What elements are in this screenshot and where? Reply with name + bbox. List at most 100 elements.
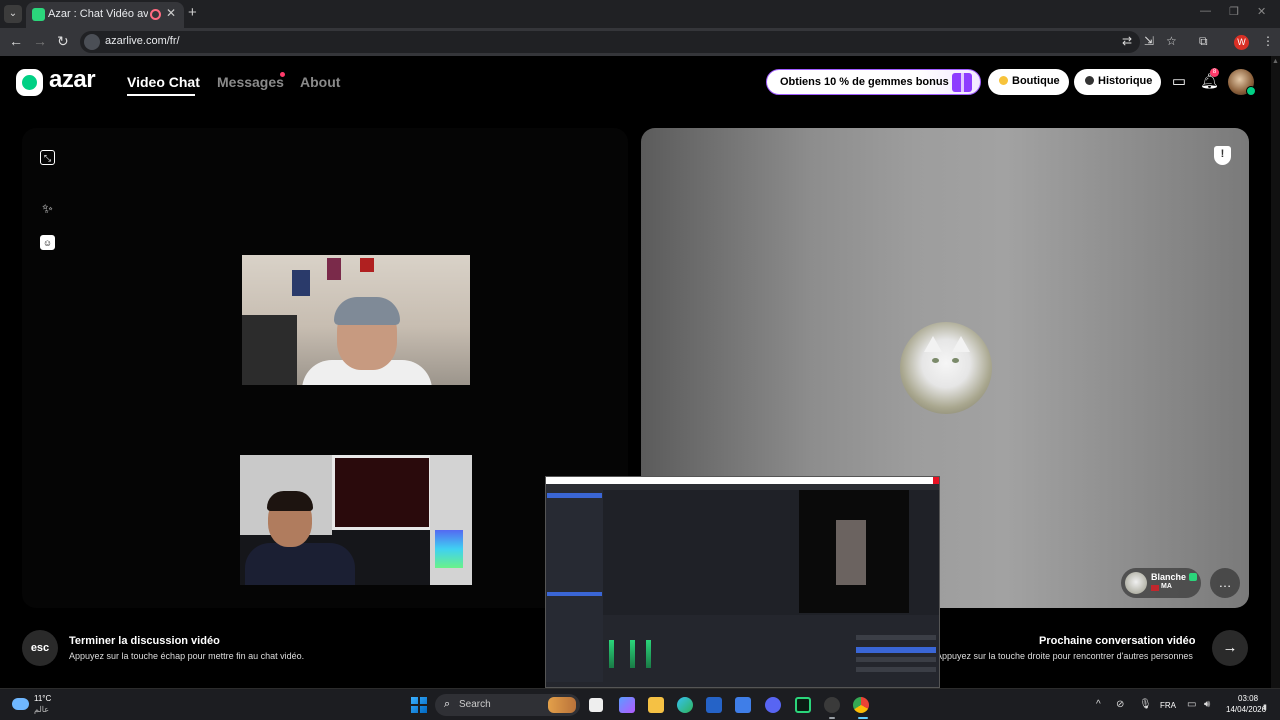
partner-name: Blanche <box>1151 572 1187 582</box>
browser-address-bar: ← → ↻ azarlive.com/fr/ ⇄ ⇲ ☆ ⧉ ⋮ <box>0 28 1280 56</box>
chat-bubble-icon[interactable]: … <box>1210 568 1240 598</box>
copilot-icon[interactable] <box>619 697 635 713</box>
obs-audio-meter <box>609 640 614 668</box>
esc-key-button[interactable]: esc <box>22 630 58 666</box>
obs-control-button[interactable] <box>856 635 936 640</box>
reload-button[interactable]: ↻ <box>57 33 69 50</box>
azar-logo-text[interactable]: azar <box>49 66 96 94</box>
azar-logo-icon[interactable] <box>16 69 43 96</box>
forward-button[interactable]: → <box>33 33 47 49</box>
maximize-icon[interactable]: ❐ <box>1229 5 1239 18</box>
edge-browser-icon[interactable] <box>677 697 693 713</box>
weather-temperature[interactable]: 11°C <box>34 694 51 703</box>
weather-description[interactable]: عالم <box>34 705 49 714</box>
minimize-icon[interactable]: — <box>1200 5 1211 17</box>
profile-avatar[interactable]: W <box>1234 35 1249 50</box>
historique-button[interactable]: Historique <box>1074 69 1161 95</box>
store-icon[interactable] <box>706 697 722 713</box>
boutique-button[interactable]: Boutique <box>988 69 1069 95</box>
nav-active-underline <box>127 94 195 96</box>
site-info-icon[interactable] <box>84 34 100 50</box>
history-clock-icon <box>1085 76 1094 85</box>
translate-icon[interactable]: ⇄ <box>1122 34 1132 48</box>
face-filter-icon[interactable]: ☺ <box>40 235 55 250</box>
tab-list-button[interactable]: ⌄ <box>4 5 22 23</box>
taskbar-search[interactable]: ⌕ Search <box>435 694 580 716</box>
verified-icon <box>1189 573 1197 581</box>
webcam-feed-top <box>242 255 470 385</box>
person-cap <box>334 297 400 325</box>
tab-close-icon[interactable]: ✕ <box>166 6 176 20</box>
window-close-icon[interactable]: ✕ <box>1257 5 1266 18</box>
person-body <box>245 543 355 585</box>
network-icon[interactable]: ▭ <box>1187 699 1196 710</box>
minimize-video-icon[interactable]: ⤡ <box>40 150 55 165</box>
next-arrow-button[interactable]: → <box>1212 630 1248 666</box>
chrome-icon[interactable] <box>853 697 869 713</box>
page-scrollbar[interactable] <box>1271 56 1280 688</box>
end-chat-title[interactable]: Terminer la discussion vidéo <box>69 635 220 647</box>
tray-overflow-icon[interactable]: ^ <box>1096 699 1101 710</box>
gems-promo-button[interactable]: Obtiens 10 % de gemmes bonus ! <box>766 69 981 95</box>
new-tab-button[interactable]: + <box>188 4 197 21</box>
discord-icon[interactable] <box>765 697 781 713</box>
scroll-up-icon[interactable]: ▲ <box>1272 58 1279 65</box>
extensions-icon[interactable]: ⧉ <box>1199 34 1208 49</box>
notification-center-icon[interactable]: ▮ <box>1263 703 1267 711</box>
url-text: azarlive.com/fr/ <box>105 35 180 47</box>
search-placeholder: Search <box>459 699 491 710</box>
partner-profile-chip[interactable]: Blanche MA <box>1121 568 1201 598</box>
mail-icon[interactable] <box>735 697 751 713</box>
magic-effects-icon[interactable]: ✨︎ <box>40 201 55 216</box>
messages-unread-dot <box>280 72 285 77</box>
tray-app-icon[interactable]: ⊘ <box>1116 699 1124 710</box>
next-chat-title[interactable]: Prochaine conversation vidéo <box>1039 635 1196 647</box>
clock-time[interactable]: 03:08 <box>1238 694 1258 703</box>
bookmark-star-icon[interactable]: ☆ <box>1166 34 1177 48</box>
app-icon[interactable] <box>795 697 811 713</box>
windows-start-icon[interactable] <box>411 697 427 713</box>
browser-tab-azar[interactable]: Azar : Chat Vidéo avec de n ✕ <box>26 2 184 28</box>
obs-studio-window[interactable] <box>545 476 940 688</box>
back-button[interactable]: ← <box>9 33 23 49</box>
obs-icon[interactable] <box>824 697 840 713</box>
azar-favicon-icon <box>32 8 45 21</box>
obs-start-button[interactable] <box>856 647 936 653</box>
obs-close-icon[interactable] <box>933 477 939 484</box>
nav-about[interactable]: About <box>300 74 340 90</box>
person-hair <box>267 491 313 511</box>
browser-tab-bar: ⌄ Azar : Chat Vidéo avec de n ✕ + — ❐ ✕ <box>0 0 1280 28</box>
windows-taskbar: 11°C عالم ⌕ Search ^ ⊘ 🎙︎ FRA ▭ 🔊︎ 03:08… <box>0 688 1280 720</box>
obs-control-button[interactable] <box>856 667 936 672</box>
report-shield-icon[interactable]: ! <box>1214 146 1231 165</box>
obs-selected-scene[interactable] <box>547 493 602 498</box>
running-indicator <box>829 717 835 719</box>
install-app-icon[interactable]: ⇲ <box>1144 34 1154 48</box>
obs-control-button[interactable] <box>856 657 936 662</box>
obs-title-bar[interactable] <box>546 477 939 484</box>
webcam-feed-bottom <box>240 455 472 585</box>
clock-date[interactable]: 14/04/2026 <box>1226 705 1266 714</box>
file-explorer-icon[interactable] <box>648 697 664 713</box>
task-view-icon[interactable] <box>589 698 603 712</box>
partner-country: MA <box>1161 583 1172 590</box>
volume-icon[interactable]: 🔊︎ <box>1204 699 1210 710</box>
partner-avatar <box>1125 572 1147 594</box>
weather-cloud-icon[interactable] <box>12 698 29 710</box>
language-indicator[interactable]: FRA <box>1160 701 1176 710</box>
search-icon: ⌕ <box>444 698 451 710</box>
obs-selected-source[interactable] <box>547 592 602 596</box>
gem-icon <box>999 76 1008 85</box>
promo-label: Obtiens 10 % de gemmes bonus ! <box>780 76 956 88</box>
inbox-icon[interactable]: ▭ <box>1170 72 1188 90</box>
wall-poster <box>360 258 374 272</box>
nav-video-chat[interactable]: Video Chat <box>127 74 200 90</box>
user-avatar[interactable] <box>1228 69 1256 96</box>
browser-menu-icon[interactable]: ⋮ <box>1262 34 1274 48</box>
url-field[interactable]: azarlive.com/fr/ <box>80 31 1140 53</box>
obs-scenes-panel[interactable] <box>546 490 603 590</box>
cat-eye <box>952 358 959 363</box>
microphone-icon[interactable]: 🎙︎ <box>1139 699 1152 710</box>
nav-messages[interactable]: Messages <box>217 74 284 90</box>
obs-sources-panel[interactable] <box>546 582 603 682</box>
